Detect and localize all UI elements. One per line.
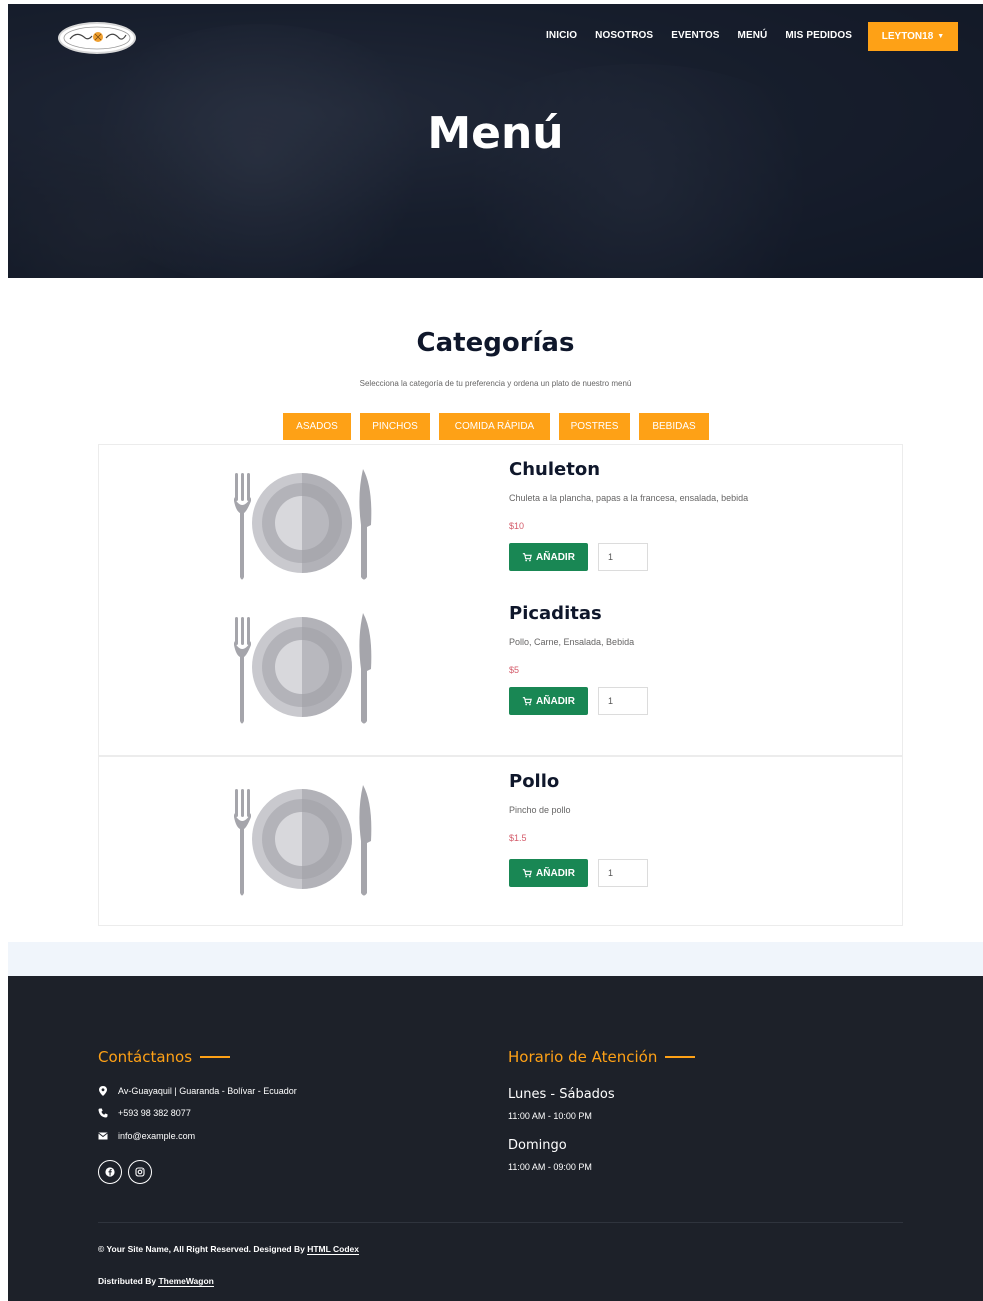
copyright-line: © Your Site Name, All Right Reserved. De… [98, 1244, 360, 1255]
site-footer: Contáctanos Av-Guayaquil | Guaranda - Bo… [8, 976, 983, 1301]
nav-inicio[interactable]: INICIO [546, 30, 577, 41]
designer-link[interactable]: HTML Codex [307, 1244, 360, 1255]
instagram-icon [135, 1167, 145, 1177]
item-name: Pollo [509, 771, 560, 792]
item-price: $10 [509, 521, 525, 531]
facebook-icon [105, 1167, 115, 1177]
add-to-cart-button[interactable]: AÑADIR [509, 859, 588, 887]
tab-comida-rapida[interactable]: COMIDA RÁPIDA [439, 413, 550, 440]
distributed-line: Distributed By ThemeWagon [98, 1276, 214, 1287]
contact-heading: Contáctanos [98, 1048, 231, 1066]
envelope-icon [98, 1132, 108, 1140]
hero-banner: INICIO NOSOTROS EVENTOS MENÚ MIS PEDIDOS… [8, 4, 983, 278]
plate-cutlery-icon [234, 613, 372, 724]
cart-icon [522, 553, 532, 562]
heading-underline [665, 1056, 696, 1058]
item-name: Chuleton [509, 459, 601, 480]
item-description: Chuleta a la plancha, papas a la frances… [509, 493, 749, 503]
hours-heading: Horario de Atención [508, 1048, 696, 1066]
nav-menu[interactable]: MENÚ [738, 30, 768, 41]
nav-nosotros[interactable]: NOSOTROS [595, 30, 653, 41]
email-row: info@example.com [98, 1131, 195, 1141]
tab-pinchos[interactable]: PINCHOS [360, 413, 430, 440]
menu-card: Pollo Pincho de pollo $1.5 AÑADIR [98, 756, 903, 926]
email-text: info@example.com [118, 1131, 196, 1141]
distributor-link[interactable]: ThemeWagon [158, 1276, 214, 1287]
tab-bebidas[interactable]: BEBIDAS [639, 413, 709, 440]
instagram-button[interactable] [128, 1160, 152, 1184]
category-tabs: ASADOS PINCHOS COMIDA RÁPIDA POSTRES BEB… [8, 413, 983, 440]
item-name: Picaditas [509, 603, 602, 624]
plate-cutlery-icon [234, 469, 372, 580]
quantity-input[interactable] [598, 543, 648, 571]
item-price: $1.5 [509, 833, 527, 843]
logo-icon [63, 26, 131, 50]
map-marker-icon [99, 1086, 107, 1096]
add-button-label: AÑADIR [536, 551, 575, 563]
categories-title: Categorías [416, 328, 575, 358]
user-menu-label: LEYTON18 [881, 31, 934, 42]
add-button-label: AÑADIR [536, 867, 575, 879]
page-title: Menú [427, 108, 564, 159]
section-divider-band [8, 942, 983, 976]
user-menu-button[interactable]: LEYTON18 ▼ [868, 22, 958, 51]
cart-icon [522, 869, 532, 878]
distributed-text: Distributed By [98, 1276, 159, 1286]
heading-underline [200, 1056, 231, 1058]
address-row: Av-Guayaquil | Guaranda - Bolívar - Ecua… [98, 1086, 297, 1096]
tab-postres[interactable]: POSTRES [559, 413, 630, 440]
add-to-cart-button[interactable]: AÑADIR [509, 687, 588, 715]
add-to-cart-button[interactable]: AÑADIR [509, 543, 588, 571]
nav-eventos[interactable]: EVENTOS [671, 30, 719, 41]
quantity-input[interactable] [598, 859, 648, 887]
chevron-down-icon: ▼ [937, 33, 945, 40]
item-description: Pollo, Carne, Ensalada, Bebida [509, 637, 635, 647]
address-text: Av-Guayaquil | Guaranda - Bolívar - Ecua… [118, 1086, 297, 1096]
sunday-hours: 11:00 AM - 09:00 PM [508, 1162, 592, 1172]
phone-icon [98, 1108, 108, 1118]
main-nav: INICIO NOSOTROS EVENTOS MENÚ MIS PEDIDOS [546, 30, 852, 41]
menu-card: Chuleton Chuleta a la plancha, papas a l… [98, 444, 903, 756]
quantity-input[interactable] [598, 687, 648, 715]
tab-asados[interactable]: ASADOS [283, 413, 351, 440]
plate-cutlery-icon [234, 785, 372, 896]
hours-heading-text: Horario de Atención [508, 1048, 658, 1066]
phone-row: +593 98 382 8077 [98, 1108, 191, 1118]
weekday-hours: 11:00 AM - 10:00 PM [508, 1111, 592, 1121]
phone-text: +593 98 382 8077 [118, 1108, 191, 1118]
facebook-button[interactable] [98, 1160, 122, 1184]
weekday-label: Lunes - Sábados [508, 1087, 615, 1102]
page-frame: INICIO NOSOTROS EVENTOS MENÚ MIS PEDIDOS… [8, 4, 983, 1301]
footer-divider [98, 1222, 903, 1223]
contact-heading-text: Contáctanos [98, 1048, 193, 1066]
sunday-label: Domingo [508, 1138, 567, 1153]
item-price: $5 [509, 665, 520, 675]
cart-icon [522, 697, 532, 706]
nav-mis-pedidos[interactable]: MIS PEDIDOS [785, 30, 852, 41]
categories-subtitle: Selecciona la categoría de tu preferenci… [359, 379, 632, 388]
site-logo[interactable] [58, 22, 136, 54]
item-description: Pincho de pollo [509, 805, 571, 815]
copyright-text: © Your Site Name, All Right Reserved. De… [98, 1244, 308, 1254]
add-button-label: AÑADIR [536, 695, 575, 707]
